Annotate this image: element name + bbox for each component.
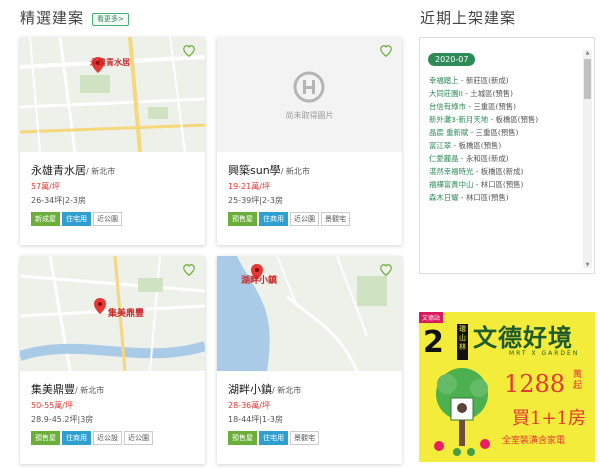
list-item[interactable]: 富江翠 - 板橋區(預售) [429,139,577,152]
project-price: 57萬/坪 [31,182,60,191]
tag: 近公園 [124,431,153,445]
ad-price: 1288 [504,370,566,398]
project-region: / 新北市 [86,167,116,176]
recent-title: 近期上架建案 [420,9,517,27]
tag-list: 預售屋 住商用 近公園 景觀宅 [228,212,350,226]
project-card[interactable]: 集美鼎豐 集美鼎豐/ 新北市 50-55萬/坪 28.9-45.2坪|3房 預售… [20,256,205,464]
tag: 住商用 [259,212,288,226]
project-size: 18-44坪|1-3房 [228,415,284,424]
map-pin-label: 湖畔小鎮 [241,276,278,286]
ad-rooms: 買1+1房 [512,408,586,429]
tag: 住宅用 [62,212,91,226]
month-badge: 2020-07 [428,53,476,66]
favorite-heart-icon[interactable] [182,44,196,58]
placeholder-text: 尚未取得圖片 [285,111,334,120]
tag: 新成屋 [31,212,60,226]
ad-banner[interactable]: 文德站 2 環山林 文德好境 MRT X GARDEN 1288 萬起 買1+1… [419,312,595,462]
tag: 近公設 [93,431,122,445]
scrollbar[interactable]: ▲ ▼ [583,50,592,268]
map-image: 永雄青水居 [20,37,205,152]
ad-rank-number: 2 [423,325,444,360]
ad-badge: 文德站 [419,312,444,323]
tag: 住商用 [62,431,91,445]
project-card[interactable]: 湖畔小鎮 湖畔小鎮/ 新北市 28-36萬/坪 18-44坪|1-3房 預售屋 … [217,256,402,464]
project-size: 28.9-45.2坪|3房 [31,415,94,424]
list-item[interactable]: 大同莊園II - 土城區(預售) [429,87,577,100]
favorite-heart-icon[interactable] [182,263,196,277]
map-pin-label: 永雄青水居 [90,58,130,67]
tree-illustration-icon [434,368,490,456]
project-price: 19-21萬/坪 [228,182,270,191]
tag: 景觀宅 [290,431,319,445]
list-item[interactable]: 湛然幸福時光 - 板橋區(新成) [429,165,577,178]
list-item[interactable]: 仁愛麗晶 - 永和區(新成) [429,152,577,165]
scroll-up-arrow-icon[interactable]: ▲ [584,50,591,56]
placeholder-logo-icon [293,71,325,103]
recent-listings-panel: 2020-07 幸福踏上 - 新莊區(新成) 大同莊園II - 土城區(預售) … [419,37,595,274]
list-item[interactable]: 森木日耀 - 林口區(預售) [429,191,577,204]
project-name[interactable]: 永雄青水居/ 新北市 [31,162,115,178]
tag-list: 新成屋 住宅用 近公園 [31,212,122,226]
tag: 預售屋 [228,212,257,226]
project-region: / 新北市 [280,167,310,176]
project-name[interactable]: 湖畔小鎮/ 新北市 [228,381,301,397]
map-pin-label: 集美鼎豐 [108,309,145,319]
list-item[interactable]: 福樺富貴中山 - 林口區(預售) [429,178,577,191]
tag: 預售屋 [228,431,257,445]
featured-title: 精選建案 [20,9,85,27]
ad-brand: 文德好境 [473,323,573,352]
favorite-heart-icon[interactable] [379,263,393,277]
map-image: 集美鼎豐 [20,256,205,371]
project-name[interactable]: 集美鼎豐/ 新北市 [31,381,104,397]
more-button[interactable]: 看更多> [92,13,129,26]
placeholder-image: 尚未取得圖片 [217,37,402,152]
map-image: 湖畔小鎮 [217,256,402,371]
favorite-heart-icon[interactable] [379,44,393,58]
ad-subtitle: MRT X GARDEN [509,350,580,357]
tag: 住宅用 [259,431,288,445]
project-card[interactable]: 尚未取得圖片 興築sun學/ 新北市 19-21萬/坪 25-39坪|2-3房 … [217,37,402,245]
list-item[interactable]: 晶宸 重新賦 - 三重區(預售) [429,126,577,139]
project-name[interactable]: 興築sun學/ 新北市 [228,162,310,178]
project-region: / 新北市 [75,386,105,395]
tag: 近公園 [93,212,122,226]
tag-list: 預售屋 住宅用 景觀宅 [228,431,319,445]
ad-location: 環山林 [457,324,468,360]
project-size: 25-39坪|2-3房 [228,196,284,205]
project-price: 50-55萬/坪 [31,401,73,410]
tag-list: 預售屋 住商用 近公設 近公園 [31,431,153,445]
ad-price-unit: 萬起 [573,370,583,391]
ad-slogan: 全室裝潢含家電 [502,436,566,446]
scrollbar-thumb[interactable] [584,59,591,99]
list-item[interactable]: 新外灘3-新月天地 - 板橋區(預售) [429,113,577,126]
list-item[interactable]: 幸福踏上 - 新莊區(新成) [429,74,577,87]
list-item[interactable]: 台信有綠市 - 三重區(預售) [429,100,577,113]
project-size: 26-34坪|2-3房 [31,196,87,205]
project-price: 28-36萬/坪 [228,401,270,410]
project-card[interactable]: 永雄青水居 永雄青水居/ 新北市 57萬/坪 26-34坪|2-3房 新成屋 住… [20,37,205,245]
tag: 預售屋 [31,431,60,445]
tag: 景觀宅 [321,212,350,226]
tag: 近公園 [290,212,319,226]
project-region: / 新北市 [272,386,302,395]
scroll-down-arrow-icon[interactable]: ▼ [584,262,591,268]
recent-list: 幸福踏上 - 新莊區(新成) 大同莊園II - 土城區(預售) 台信有綠市 - … [429,74,577,204]
